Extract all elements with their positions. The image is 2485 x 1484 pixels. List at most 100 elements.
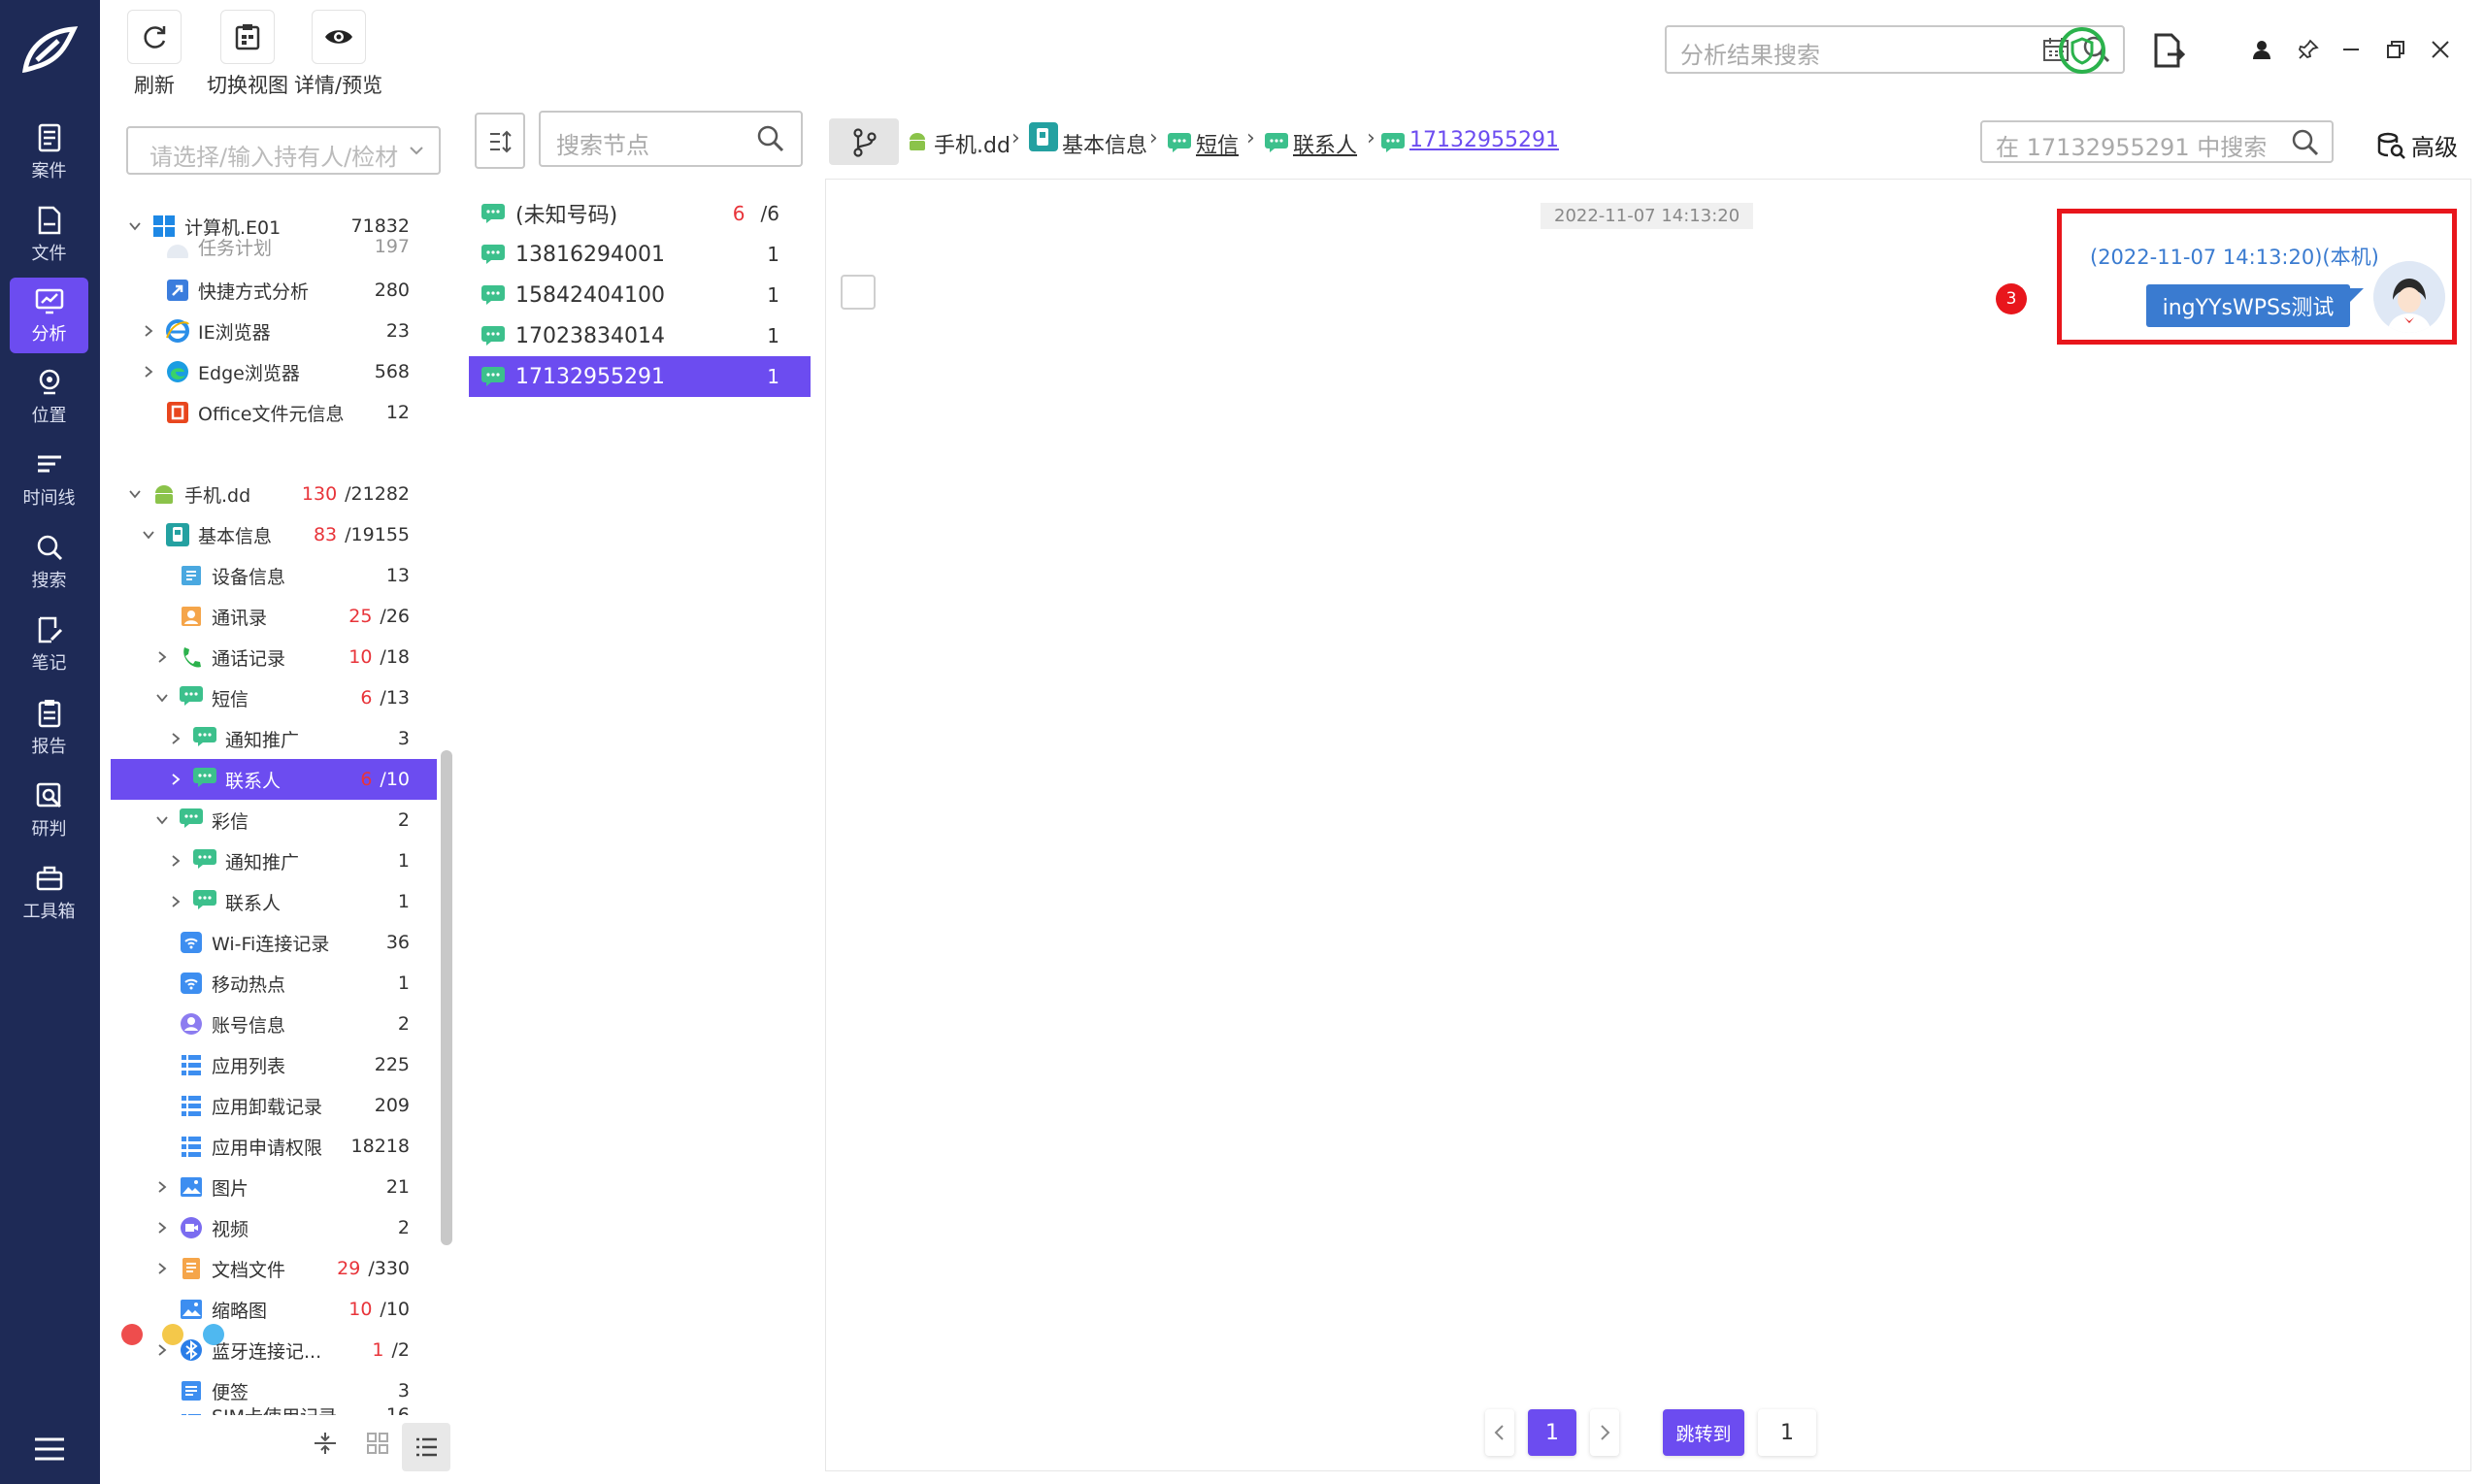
tree-node[interactable]: 应用申请权限 18218 — [111, 1126, 437, 1167]
tree-node[interactable]: 基本信息 83/19155 — [111, 514, 437, 555]
in-node-search-input[interactable]: 在 17132955291 中搜索 — [1980, 120, 2334, 163]
crumb-current-number[interactable]: 17132955291 — [1409, 128, 1559, 152]
crumb-phone[interactable]: 手机.dd — [934, 128, 1011, 159]
chevron-down-icon[interactable] — [155, 813, 169, 827]
minimize-icon[interactable] — [2340, 39, 2362, 60]
tree-node[interactable]: Office文件元信息 12 — [111, 392, 437, 433]
shield-check-icon[interactable] — [2057, 25, 2107, 76]
nav-item-file[interactable]: 文件 — [10, 197, 88, 273]
detail-preview-button[interactable]: 详情/预览 — [294, 10, 382, 99]
chevron-right-icon[interactable] — [169, 895, 182, 908]
tree-node[interactable]: 通讯录 25/26 — [111, 596, 437, 637]
tree-node[interactable]: 应用列表 225 — [111, 1044, 437, 1085]
export-icon[interactable] — [2148, 31, 2187, 70]
tree-node[interactable]: 应用卸载记录 209 — [111, 1085, 437, 1126]
jump-page-input[interactable]: 1 — [1758, 1409, 1816, 1456]
nav-item-note[interactable]: 笔记 — [10, 607, 88, 682]
grid-view-icon[interactable] — [365, 1431, 390, 1456]
tree-node[interactable]: 手机.dd 130/21282 — [111, 474, 437, 514]
tree-node-label: 通话记录 — [212, 647, 286, 670]
list-view-button[interactable] — [402, 1423, 450, 1471]
crumb-contacts[interactable]: 联系人 — [1293, 128, 1357, 159]
page-button-current[interactable]: 1 — [1528, 1409, 1576, 1456]
restore-icon[interactable] — [2385, 39, 2406, 60]
chevron-right-icon[interactable] — [155, 1343, 169, 1357]
tree-node[interactable]: IE浏览器 23 — [111, 311, 437, 351]
chevron-down-icon[interactable] — [142, 528, 155, 542]
node-search-input[interactable]: 搜索节点 — [539, 111, 803, 167]
nav-item-location[interactable]: 位置 — [10, 359, 88, 435]
chevron-right-icon[interactable] — [142, 365, 155, 379]
tree-node[interactable]: 蓝牙连接记... 1/2 — [111, 1330, 437, 1370]
nav-item-label: 案件 — [31, 161, 67, 181]
switch-view-button[interactable]: 切换视图 — [207, 10, 288, 99]
next-page-button[interactable] — [1590, 1409, 1619, 1456]
tree-node[interactable]: 移动热点 1 — [111, 963, 437, 1004]
nav-item-toolbox[interactable]: 工具箱 — [10, 855, 88, 931]
nav-item-judge[interactable]: 研判 — [10, 773, 88, 848]
chevron-right-icon[interactable] — [169, 854, 182, 868]
tree-node[interactable]: 通知推广 1 — [111, 841, 437, 881]
nav-item-report[interactable]: 报告 — [10, 690, 88, 766]
hamburger-menu-icon[interactable] — [33, 1436, 66, 1462]
message-bubble[interactable]: ingYYsWPSs测试 — [2146, 284, 2350, 327]
tree-node[interactable]: Edge浏览器 568 — [111, 351, 437, 392]
close-icon[interactable] — [2430, 39, 2451, 60]
nav-item-analysis[interactable]: 分析 — [10, 278, 88, 353]
pin-icon[interactable] — [2298, 39, 2319, 60]
tree-node[interactable]: 联系人 1 — [111, 881, 437, 922]
chevron-right-icon[interactable] — [142, 324, 155, 338]
crumb-basic-info[interactable]: 基本信息 — [1062, 128, 1147, 159]
tree-node[interactable]: 账号信息 2 — [111, 1004, 437, 1044]
tree-node[interactable]: 快捷方式分析 280 — [111, 270, 437, 311]
chevron-down-icon[interactable] — [128, 487, 142, 501]
yellow-status-dot[interactable] — [162, 1324, 183, 1345]
list-item[interactable]: 13816294001 1 — [469, 234, 811, 275]
tree-node[interactable]: 联系人 6/10 — [111, 759, 437, 800]
tree-node[interactable]: 图片 21 — [111, 1167, 437, 1207]
tree-node[interactable]: 通话记录 10/18 — [111, 637, 437, 677]
chevron-right-icon[interactable] — [155, 1262, 169, 1275]
tree-node[interactable]: 短信 6/13 — [111, 677, 437, 718]
message-checkbox[interactable] — [841, 275, 876, 310]
tree-node-label: Wi-Fi连接记录 — [212, 933, 330, 955]
nav-item-timeline[interactable]: 时间线 — [10, 442, 88, 517]
list-item[interactable]: (未知号码) 6/6 — [469, 193, 811, 234]
red-status-dot[interactable] — [121, 1324, 143, 1345]
refresh-button[interactable]: 刷新 — [127, 10, 182, 99]
chevron-right-icon[interactable] — [155, 1221, 169, 1235]
prev-page-button[interactable] — [1485, 1409, 1514, 1456]
nav-item-search[interactable]: 搜索 — [10, 524, 88, 600]
crumb-sms[interactable]: 短信 — [1196, 128, 1239, 159]
report-icon — [38, 700, 60, 728]
list-item[interactable]: 17023834014 1 — [469, 315, 811, 356]
tree-node[interactable]: 设备信息 13 — [111, 555, 437, 596]
chevron-down-icon[interactable] — [155, 691, 169, 705]
chevron-right-icon[interactable] — [155, 650, 169, 664]
tree-scrollbar[interactable] — [441, 750, 452, 1245]
tree-node[interactable]: 通知推广 3 — [111, 718, 437, 759]
sort-button[interactable] — [475, 113, 525, 169]
blue-status-dot[interactable] — [203, 1324, 224, 1345]
collapse-all-icon[interactable] — [313, 1431, 338, 1456]
chevron-down-icon[interactable] — [128, 219, 142, 233]
tree-node[interactable]: 任务计划 197 — [111, 235, 437, 258]
list-item[interactable]: 15842404100 1 — [469, 275, 811, 315]
holder-filter-select[interactable]: 请选择/输入持有人/检材 — [126, 126, 441, 175]
user-icon[interactable] — [2251, 39, 2272, 60]
nav-item-case[interactable]: 案件 — [10, 115, 88, 190]
tree-node-label: 手机.dd — [184, 484, 251, 507]
branch-button[interactable] — [829, 118, 899, 165]
tree-node[interactable]: 彩信 2 — [111, 800, 437, 841]
tree-node[interactable]: Wi-Fi连接记录 36 — [111, 922, 437, 963]
jump-to-button[interactable]: 跳转到 — [1663, 1409, 1744, 1456]
result-search-input[interactable]: 分析结果搜索 — [1665, 25, 2125, 74]
tree-node[interactable]: 文档文件 29/330 — [111, 1248, 437, 1289]
chevron-right-icon[interactable] — [169, 773, 182, 786]
chevron-right-icon[interactable] — [155, 1180, 169, 1194]
advanced-search-button[interactable]: 高级 — [2376, 128, 2458, 162]
tree-node[interactable]: 缩略图 10/10 — [111, 1289, 437, 1330]
tree-node[interactable]: 视频 2 — [111, 1207, 437, 1248]
chevron-right-icon[interactable] — [169, 732, 182, 745]
list-item[interactable]: 17132955291 1 — [469, 356, 811, 397]
